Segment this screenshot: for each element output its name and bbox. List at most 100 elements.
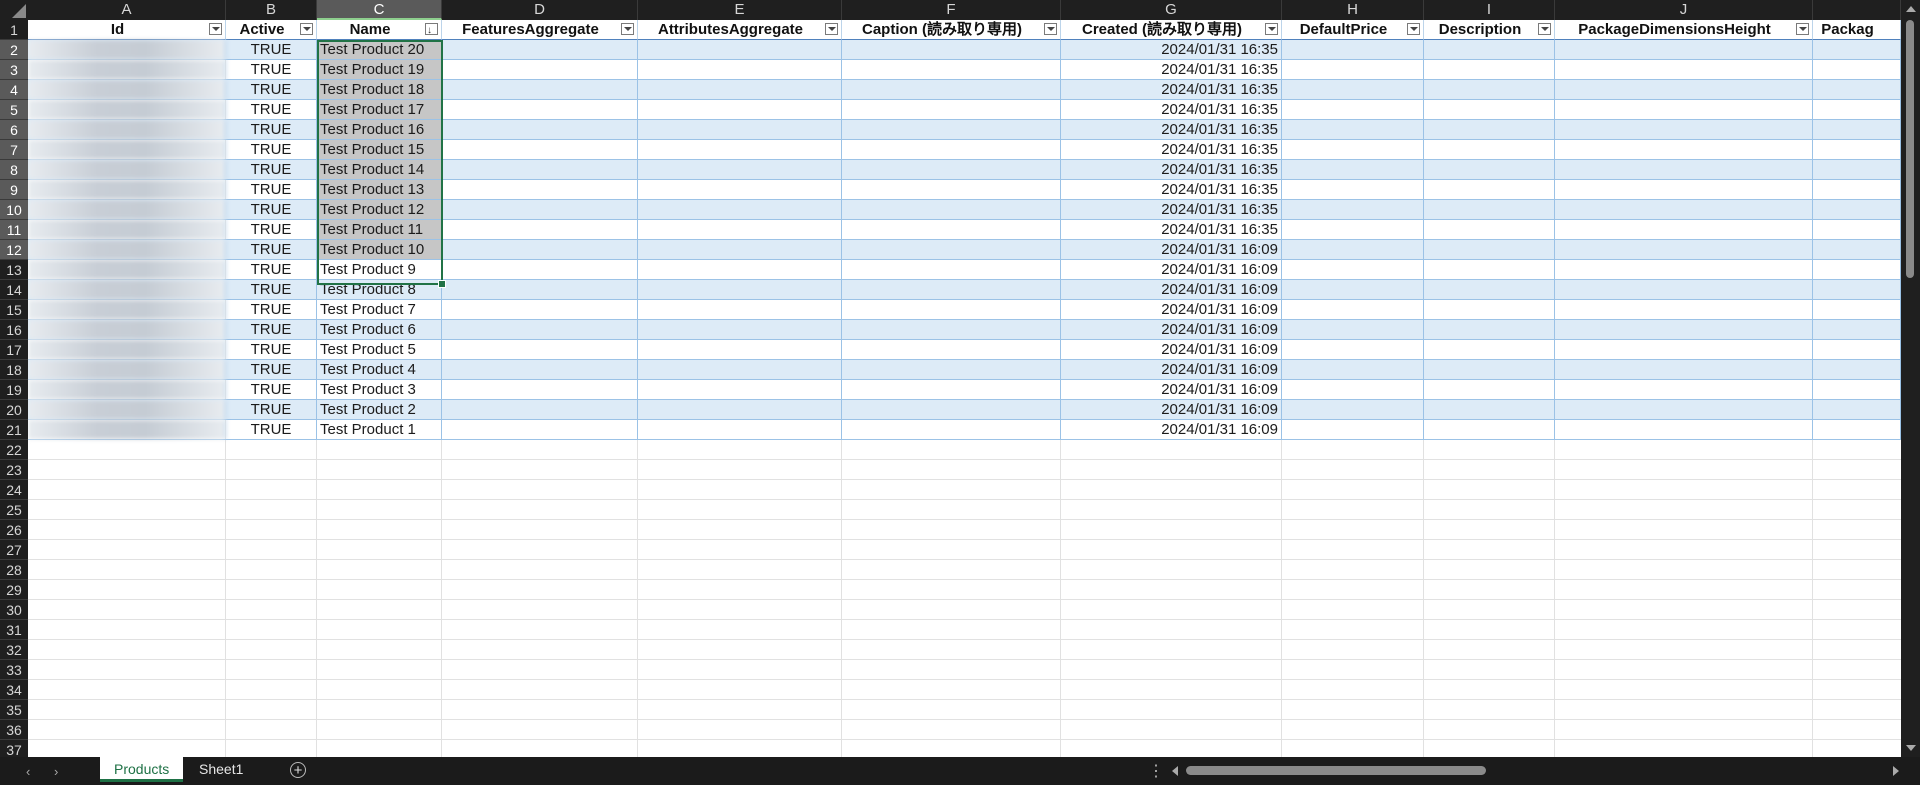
active-cell[interactable]: TRUE xyxy=(226,420,317,439)
name-cell[interactable]: Test Product 4 xyxy=(317,360,442,379)
empty-cell[interactable] xyxy=(842,80,1061,99)
filter-dropdown-icon[interactable] xyxy=(621,23,634,35)
empty-cell[interactable] xyxy=(842,40,1061,59)
empty-cell[interactable] xyxy=(442,100,638,119)
row-header[interactable]: 13 xyxy=(0,260,28,280)
empty-cell[interactable] xyxy=(1424,400,1555,419)
row-header[interactable]: 26 xyxy=(0,520,28,540)
name-cell[interactable]: Test Product 9 xyxy=(317,260,442,279)
table-header-cell[interactable]: Packag xyxy=(1813,20,1901,40)
empty-cell[interactable] xyxy=(1555,380,1813,399)
empty-cell[interactable] xyxy=(638,420,842,439)
name-cell[interactable]: Test Product 2 xyxy=(317,400,442,419)
filter-dropdown-icon[interactable] xyxy=(1538,23,1551,35)
id-cell-redacted[interactable] xyxy=(28,340,226,359)
empty-cell[interactable] xyxy=(442,360,638,379)
empty-cell[interactable] xyxy=(1424,420,1555,439)
empty-cell[interactable] xyxy=(1424,180,1555,199)
table-header-cell[interactable]: Description xyxy=(1424,20,1555,40)
row-header[interactable]: 8 xyxy=(0,160,28,180)
active-cell[interactable]: TRUE xyxy=(226,400,317,419)
empty-cell[interactable] xyxy=(638,220,842,239)
filter-dropdown-icon[interactable] xyxy=(1265,23,1278,35)
table-header-cell[interactable]: AttributesAggregate xyxy=(638,20,842,40)
empty-cell[interactable] xyxy=(1282,180,1424,199)
empty-cell[interactable] xyxy=(1424,240,1555,259)
empty-cell[interactable] xyxy=(1813,360,1901,379)
row-header[interactable]: 29 xyxy=(0,580,28,600)
empty-cell[interactable] xyxy=(442,40,638,59)
empty-cell[interactable] xyxy=(1424,140,1555,159)
column-header-f[interactable]: F xyxy=(842,0,1061,20)
column-header-i[interactable]: I xyxy=(1424,0,1555,20)
empty-cell[interactable] xyxy=(1813,420,1901,439)
empty-cell[interactable] xyxy=(842,120,1061,139)
id-cell-redacted[interactable] xyxy=(28,220,226,239)
created-cell[interactable]: 2024/01/31 16:09 xyxy=(1061,300,1282,319)
empty-cell[interactable] xyxy=(638,260,842,279)
empty-cell[interactable] xyxy=(442,340,638,359)
created-cell[interactable]: 2024/01/31 16:35 xyxy=(1061,40,1282,59)
name-cell[interactable]: Test Product 19 xyxy=(317,60,442,79)
table-header-cell[interactable]: Name xyxy=(317,20,442,40)
sheet-tab-sheet1[interactable]: Sheet1 xyxy=(185,757,257,781)
active-cell[interactable]: TRUE xyxy=(226,220,317,239)
empty-cell[interactable] xyxy=(1813,320,1901,339)
empty-cell[interactable] xyxy=(842,360,1061,379)
empty-cell[interactable] xyxy=(1813,260,1901,279)
row-header[interactable]: 34 xyxy=(0,680,28,700)
empty-cell[interactable] xyxy=(1555,120,1813,139)
name-cell[interactable]: Test Product 1 xyxy=(317,420,442,439)
empty-cell[interactable] xyxy=(442,380,638,399)
name-cell[interactable]: Test Product 15 xyxy=(317,140,442,159)
active-cell[interactable]: TRUE xyxy=(226,40,317,59)
empty-cell[interactable] xyxy=(638,280,842,299)
empty-cell[interactable] xyxy=(1555,420,1813,439)
name-cell[interactable]: Test Product 10 xyxy=(317,240,442,259)
empty-cell[interactable] xyxy=(1282,320,1424,339)
empty-cell[interactable] xyxy=(1424,60,1555,79)
empty-cell[interactable] xyxy=(1813,40,1901,59)
empty-cell[interactable] xyxy=(1282,100,1424,119)
empty-cell[interactable] xyxy=(842,100,1061,119)
created-cell[interactable]: 2024/01/31 16:09 xyxy=(1061,260,1282,279)
row-header[interactable]: 15 xyxy=(0,300,28,320)
empty-cell[interactable] xyxy=(1555,140,1813,159)
active-cell[interactable]: TRUE xyxy=(226,120,317,139)
created-cell[interactable]: 2024/01/31 16:09 xyxy=(1061,360,1282,379)
empty-cell[interactable] xyxy=(1813,240,1901,259)
table-header-cell[interactable]: Active xyxy=(226,20,317,40)
row-header[interactable]: 1 xyxy=(0,20,28,40)
id-cell-redacted[interactable] xyxy=(28,320,226,339)
empty-cell[interactable] xyxy=(842,160,1061,179)
empty-cell[interactable] xyxy=(1813,200,1901,219)
scroll-right-icon[interactable] xyxy=(1893,766,1899,776)
active-cell[interactable]: TRUE xyxy=(226,160,317,179)
id-cell-redacted[interactable] xyxy=(28,40,226,59)
horizontal-scroll-thumb[interactable] xyxy=(1186,766,1486,775)
empty-cell[interactable] xyxy=(1282,400,1424,419)
row-header[interactable]: 27 xyxy=(0,540,28,560)
empty-cell[interactable] xyxy=(1282,260,1424,279)
empty-cell[interactable] xyxy=(1813,300,1901,319)
empty-cell[interactable] xyxy=(842,260,1061,279)
empty-cell[interactable] xyxy=(442,420,638,439)
column-header-j[interactable]: J xyxy=(1555,0,1813,20)
row-header[interactable]: 14 xyxy=(0,280,28,300)
empty-cell[interactable] xyxy=(1282,60,1424,79)
empty-cell[interactable] xyxy=(1813,380,1901,399)
active-cell[interactable]: TRUE xyxy=(226,180,317,199)
empty-cell[interactable] xyxy=(1555,180,1813,199)
row-header[interactable]: 5 xyxy=(0,100,28,120)
column-header-b[interactable]: B xyxy=(226,0,317,20)
column-header-e[interactable]: E xyxy=(638,0,842,20)
empty-cell[interactable] xyxy=(638,40,842,59)
created-cell[interactable]: 2024/01/31 16:35 xyxy=(1061,180,1282,199)
empty-cell[interactable] xyxy=(638,120,842,139)
row-header[interactable]: 25 xyxy=(0,500,28,520)
scroll-left-icon[interactable] xyxy=(1172,766,1178,776)
created-cell[interactable]: 2024/01/31 16:09 xyxy=(1061,240,1282,259)
row-header[interactable]: 28 xyxy=(0,560,28,580)
row-header[interactable]: 10 xyxy=(0,200,28,220)
name-cell[interactable]: Test Product 8 xyxy=(317,280,442,299)
